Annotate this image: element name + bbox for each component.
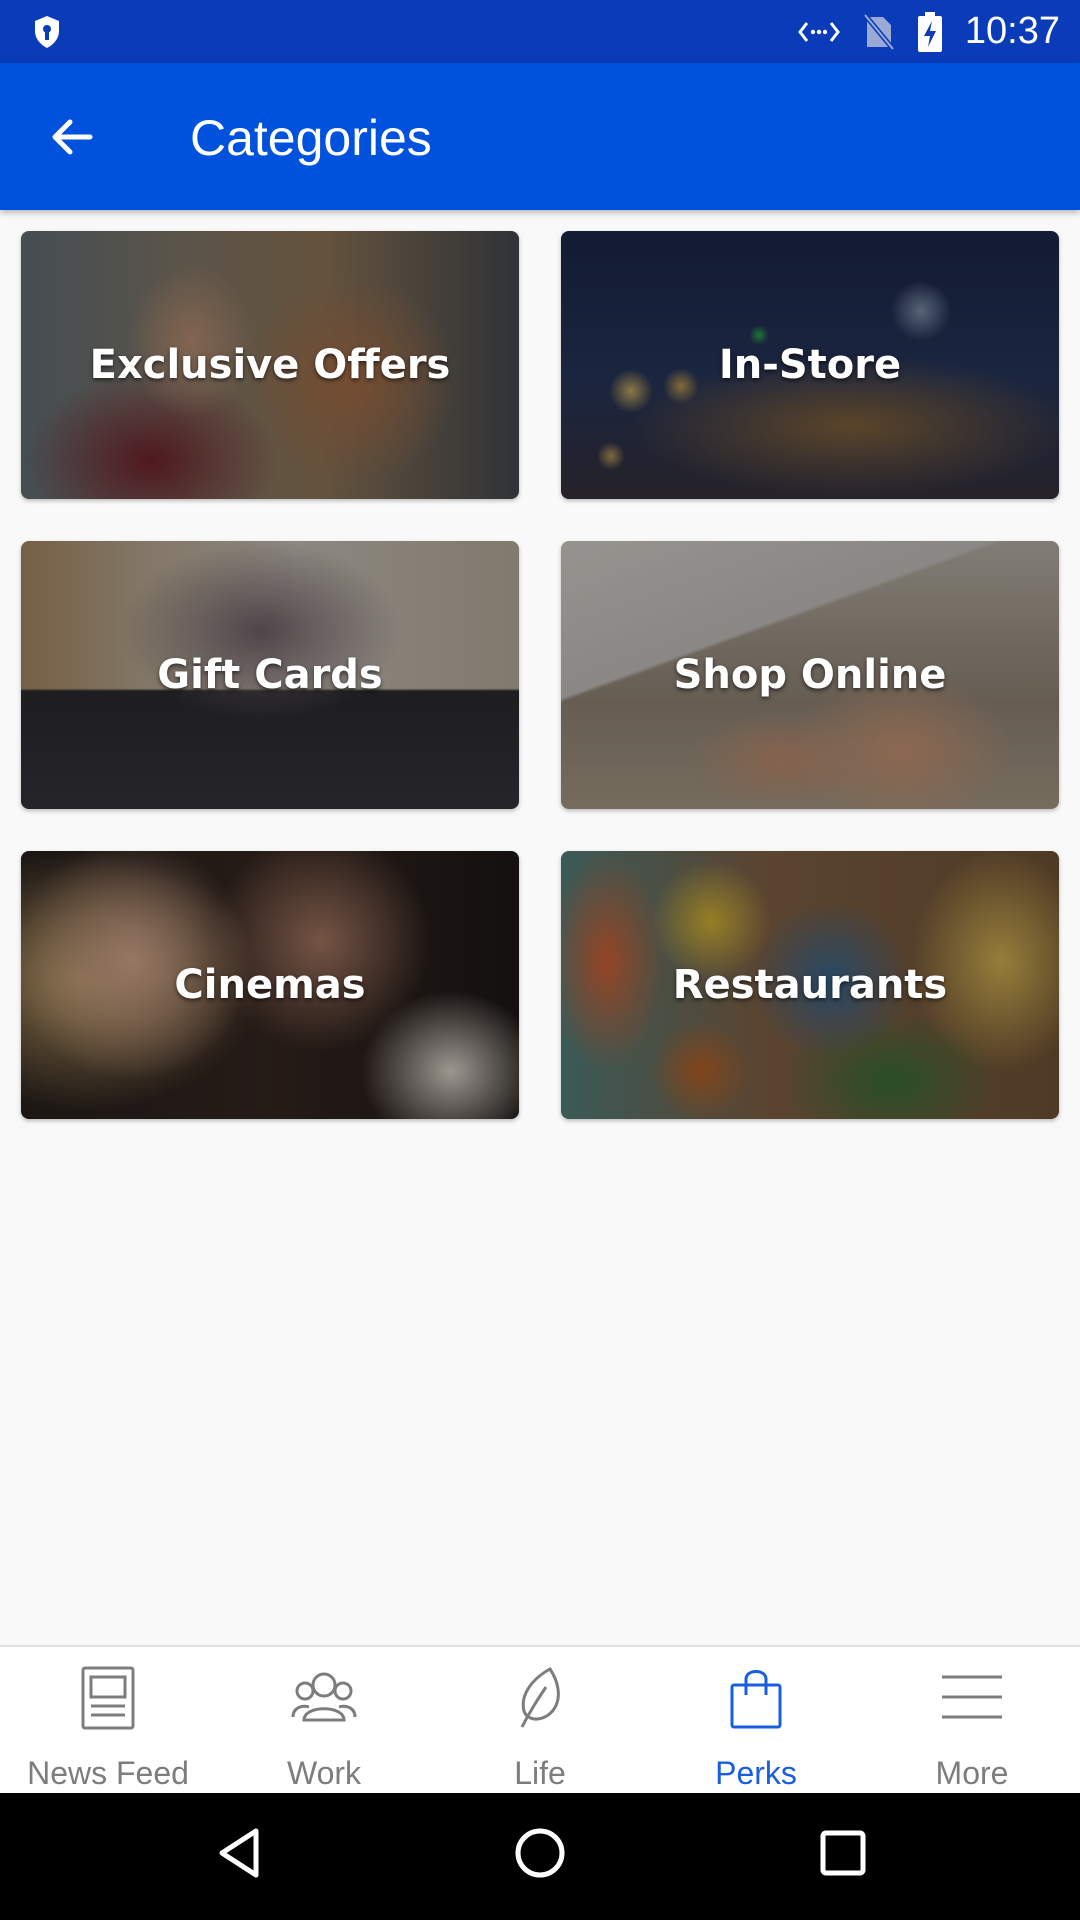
shopping-bag-icon [730, 1670, 782, 1729]
nav-item-news-feed[interactable]: News Feed [0, 1647, 216, 1795]
bottom-navigation: News Feed Work Life Perks More [0, 1645, 1080, 1793]
data-arrows-icon [798, 21, 840, 42]
nav-label: More [935, 1755, 1009, 1791]
nav-label: Work [286, 1755, 362, 1791]
battery-charging-icon [917, 11, 942, 52]
nav-item-life[interactable]: Life [432, 1647, 648, 1795]
recents-square-icon[interactable] [813, 1823, 873, 1883]
nav-item-work[interactable]: Work [216, 1647, 432, 1795]
category-label: In-Store [718, 342, 902, 388]
nav-item-more[interactable]: More [864, 1647, 1080, 1795]
category-card-shop-online[interactable]: Shop Online [561, 541, 1059, 809]
leaf-icon [520, 1667, 560, 1728]
no-sim-icon [862, 12, 895, 51]
status-time: 10:37 [964, 10, 1060, 52]
nav-label: Perks [715, 1755, 797, 1791]
category-card-exclusive-offers[interactable]: Exclusive Offers [21, 231, 519, 499]
shield-icon [35, 16, 59, 48]
category-label: Gift Cards [157, 652, 383, 698]
status-bar: 10:37 [0, 0, 1080, 63]
nav-label: Life [514, 1755, 566, 1791]
system-navigation-bar [0, 1793, 1080, 1920]
app-bar: Categories [0, 63, 1080, 210]
menu-icon [942, 1675, 1002, 1719]
back-triangle-icon[interactable] [210, 1823, 270, 1883]
category-card-in-store[interactable]: In-Store [561, 231, 1059, 499]
nav-label: News Feed [27, 1755, 189, 1791]
category-card-gift-cards[interactable]: Gift Cards [21, 541, 519, 809]
category-label: Shop Online [673, 652, 947, 698]
home-circle-icon[interactable] [510, 1823, 570, 1883]
category-label: Exclusive Offers [89, 342, 451, 388]
category-label: Restaurants [672, 962, 948, 1008]
arrow-back-icon[interactable] [42, 107, 102, 167]
category-label: Cinemas [174, 962, 366, 1008]
page-title: Categories [190, 110, 432, 166]
status-icons: 10:37 [797, 0, 1060, 63]
news-feed-icon [81, 1666, 135, 1730]
category-card-restaurants[interactable]: Restaurants [561, 851, 1059, 1119]
nav-item-perks[interactable]: Perks [648, 1647, 864, 1795]
category-card-cinemas[interactable]: Cinemas [21, 851, 519, 1119]
people-icon [291, 1672, 357, 1722]
